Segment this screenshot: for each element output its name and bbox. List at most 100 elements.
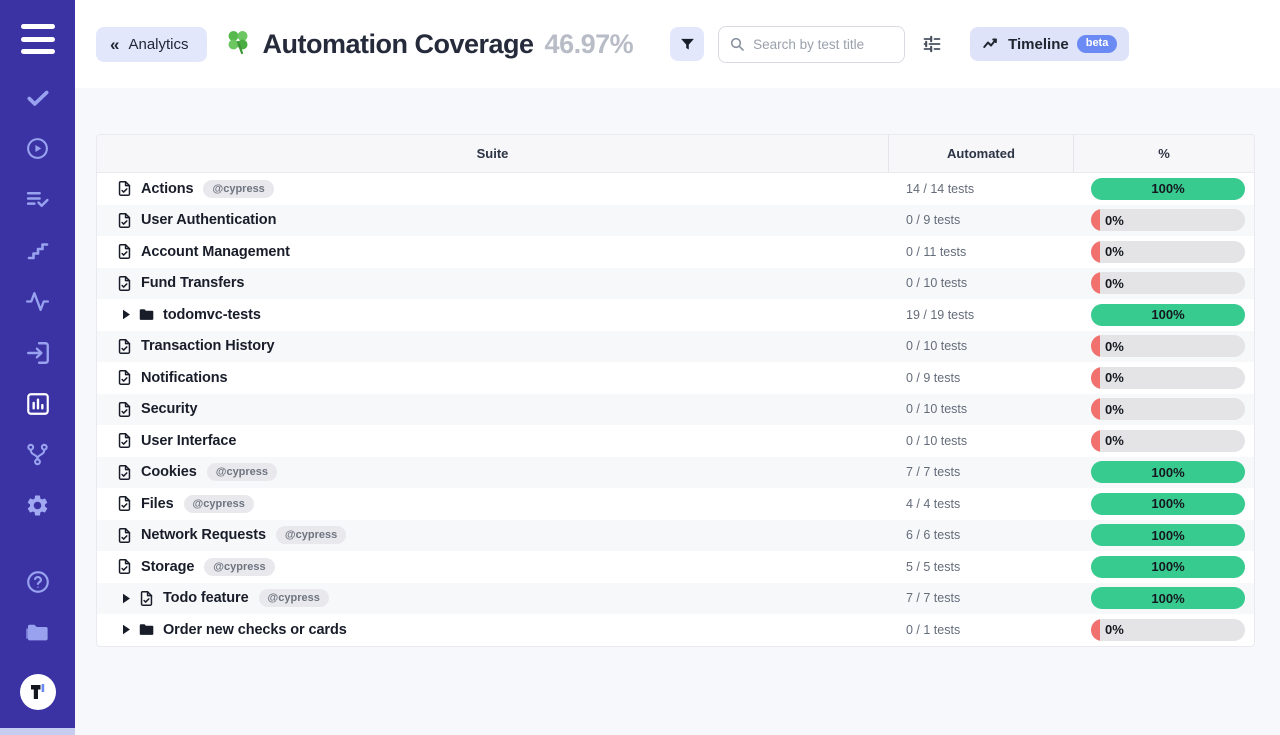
automated-count: 0 / 9 tests xyxy=(889,213,1074,227)
percent-cell: 100% xyxy=(1074,493,1254,515)
suite-name: Todo feature xyxy=(163,590,249,606)
coverage-bar: 0% xyxy=(1091,272,1245,294)
table-row[interactable]: Security 0 / 10 tests 0% xyxy=(97,394,1254,426)
coverage-bar-label: 0% xyxy=(1105,367,1124,389)
table-row[interactable]: User Interface 0 / 10 tests 0% xyxy=(97,425,1254,457)
sidebar-item-help[interactable] xyxy=(0,556,75,607)
file-check-icon xyxy=(138,590,155,607)
coverage-bar: 100% xyxy=(1091,178,1245,200)
back-button-label: Analytics xyxy=(128,36,188,53)
chevrons-left-icon: « xyxy=(110,36,119,53)
table-row[interactable]: Todo feature @cypress 7 / 7 tests 100% xyxy=(97,583,1254,615)
suite-cell: Account Management xyxy=(97,243,889,260)
expand-caret-icon[interactable] xyxy=(122,593,131,604)
funnel-icon xyxy=(679,36,696,53)
suite-tag[interactable]: @cypress xyxy=(204,558,274,576)
coverage-bar-label: 100% xyxy=(1091,493,1245,515)
automated-count: 19 / 19 tests xyxy=(889,308,1074,322)
bar-chart-icon xyxy=(25,391,51,417)
suite-tag[interactable]: @cypress xyxy=(276,526,346,544)
sidebar-item-analytics[interactable] xyxy=(0,378,75,429)
suite-cell: Todo feature @cypress xyxy=(97,589,889,607)
table-row[interactable]: Account Management 0 / 11 tests 0% xyxy=(97,236,1254,268)
automated-count: 0 / 10 tests xyxy=(889,434,1074,448)
table-row[interactable]: Order new checks or cards 0 / 1 tests 0% xyxy=(97,614,1254,646)
suite-cell: Network Requests @cypress xyxy=(97,526,889,544)
suite-name: User Interface xyxy=(141,433,236,449)
file-check-icon xyxy=(116,275,133,292)
folder-icon xyxy=(24,619,51,646)
suite-cell: Fund Transfers xyxy=(97,275,889,292)
sidebar-item-settings[interactable] xyxy=(0,480,75,531)
table-row[interactable]: Files @cypress 4 / 4 tests 100% xyxy=(97,488,1254,520)
table-row[interactable]: Notifications 0 / 9 tests 0% xyxy=(97,362,1254,394)
sidebar-item-projects[interactable] xyxy=(0,607,75,658)
coverage-bar-label: 0% xyxy=(1105,619,1124,641)
expand-caret-icon[interactable] xyxy=(122,309,131,320)
suite-name: Actions xyxy=(141,181,193,197)
suite-tag[interactable]: @cypress xyxy=(184,495,254,513)
timeline-label: Timeline xyxy=(1008,36,1069,53)
table-row[interactable]: todomvc-tests 19 / 19 tests 100% xyxy=(97,299,1254,331)
file-check-icon xyxy=(116,495,133,512)
coverage-bar-fill xyxy=(1091,272,1100,294)
sliders-settings-icon[interactable] xyxy=(922,34,942,54)
timeline-button[interactable]: Timeline beta xyxy=(970,27,1129,61)
log-in-icon xyxy=(25,340,51,366)
sidebar-item-tests[interactable] xyxy=(0,72,75,123)
sidebar-item-runs[interactable] xyxy=(0,123,75,174)
automated-count: 7 / 7 tests xyxy=(889,465,1074,479)
percent-cell: 100% xyxy=(1074,304,1254,326)
coverage-bar-label: 0% xyxy=(1105,430,1124,452)
sidebar-item-plans[interactable] xyxy=(0,174,75,225)
suite-name: Transaction History xyxy=(141,338,274,354)
suite-cell: User Interface xyxy=(97,432,889,449)
coverage-bar-label: 0% xyxy=(1105,209,1124,231)
percent-cell: 0% xyxy=(1074,367,1254,389)
coverage-bar-label: 0% xyxy=(1105,398,1124,420)
sidebar xyxy=(0,0,75,728)
search-input[interactable] xyxy=(718,26,905,63)
sidebar-item-logo[interactable] xyxy=(0,666,75,717)
suite-name: Cookies xyxy=(141,464,197,480)
percent-cell: 100% xyxy=(1074,178,1254,200)
menu-icon[interactable] xyxy=(21,24,55,54)
coverage-bar: 0% xyxy=(1091,619,1245,641)
percent-cell: 0% xyxy=(1074,272,1254,294)
coverage-bar-fill xyxy=(1091,241,1100,263)
sidebar-item-branches[interactable] xyxy=(0,429,75,480)
sidebar-item-activity[interactable] xyxy=(0,276,75,327)
percent-cell: 100% xyxy=(1074,556,1254,578)
coverage-bar: 0% xyxy=(1091,241,1245,263)
automated-count: 0 / 10 tests xyxy=(889,276,1074,290)
percent-cell: 0% xyxy=(1074,430,1254,452)
sidebar-item-import[interactable] xyxy=(0,327,75,378)
expand-caret-icon[interactable] xyxy=(122,624,131,635)
suite-tag[interactable]: @cypress xyxy=(207,463,277,481)
coverage-bar-label: 0% xyxy=(1105,272,1124,294)
sidebar-item-steps[interactable] xyxy=(0,225,75,276)
suite-tag[interactable]: @cypress xyxy=(203,180,273,198)
suite-name: User Authentication xyxy=(141,212,276,228)
table-row[interactable]: Fund Transfers 0 / 10 tests 0% xyxy=(97,268,1254,300)
coverage-table: Suite Automated % Actions @cypress 14 / … xyxy=(96,134,1255,647)
suite-cell: User Authentication xyxy=(97,212,889,229)
suite-cell: Storage @cypress xyxy=(97,558,889,576)
table-row[interactable]: Storage @cypress 5 / 5 tests 100% xyxy=(97,551,1254,583)
beta-badge: beta xyxy=(1077,35,1118,53)
coverage-bar-fill xyxy=(1091,398,1100,420)
file-check-icon xyxy=(116,401,133,418)
suite-name: Fund Transfers xyxy=(141,275,244,291)
automated-count: 0 / 1 tests xyxy=(889,623,1074,637)
table-row[interactable]: Cookies @cypress 7 / 7 tests 100% xyxy=(97,457,1254,489)
suite-cell: Transaction History xyxy=(97,338,889,355)
table-row[interactable]: Transaction History 0 / 10 tests 0% xyxy=(97,331,1254,363)
table-row[interactable]: Actions @cypress 14 / 14 tests 100% xyxy=(97,173,1254,205)
coverage-bar-fill xyxy=(1091,209,1100,231)
table-row[interactable]: Network Requests @cypress 6 / 6 tests 10… xyxy=(97,520,1254,552)
column-header-percent: % xyxy=(1074,135,1254,172)
suite-tag[interactable]: @cypress xyxy=(259,589,329,607)
back-to-analytics-button[interactable]: « Analytics xyxy=(96,27,207,62)
table-row[interactable]: User Authentication 0 / 9 tests 0% xyxy=(97,205,1254,237)
filter-button[interactable] xyxy=(670,27,704,61)
